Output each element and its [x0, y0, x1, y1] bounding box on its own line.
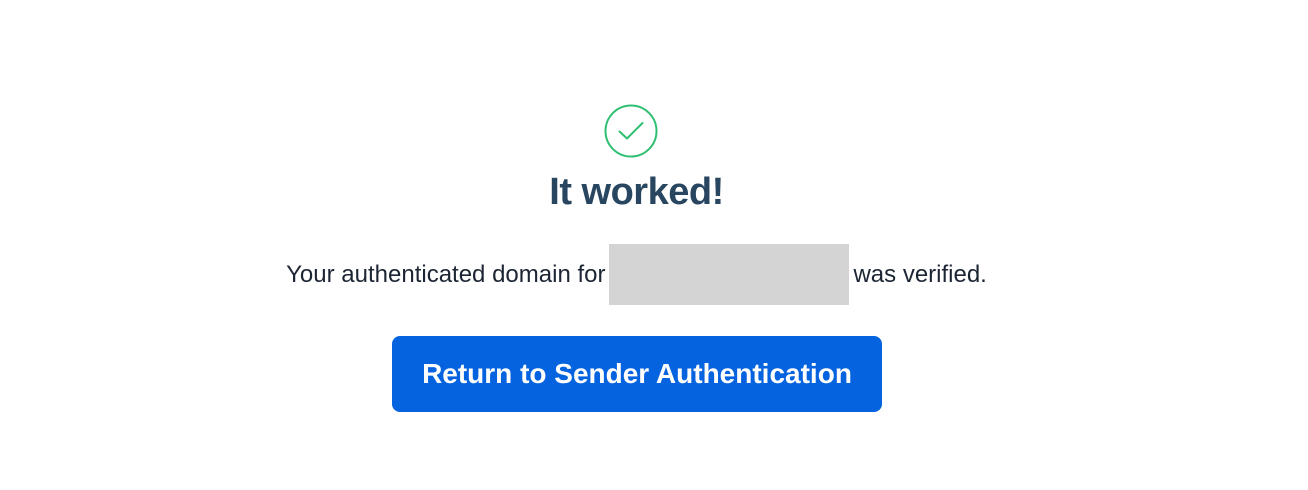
- verification-message: Your authenticated domain for was verifi…: [0, 244, 1273, 305]
- page-title: It worked!: [549, 171, 724, 213]
- return-to-sender-authentication-button[interactable]: Return to Sender Authentication: [392, 336, 882, 412]
- message-text-before: Your authenticated domain for: [286, 260, 606, 288]
- check-circle-icon: [604, 104, 658, 158]
- redacted-domain: [609, 244, 850, 305]
- verification-success-page: It worked! Your authenticated domain for…: [0, 0, 1308, 490]
- message-text-after: was verified.: [853, 260, 987, 288]
